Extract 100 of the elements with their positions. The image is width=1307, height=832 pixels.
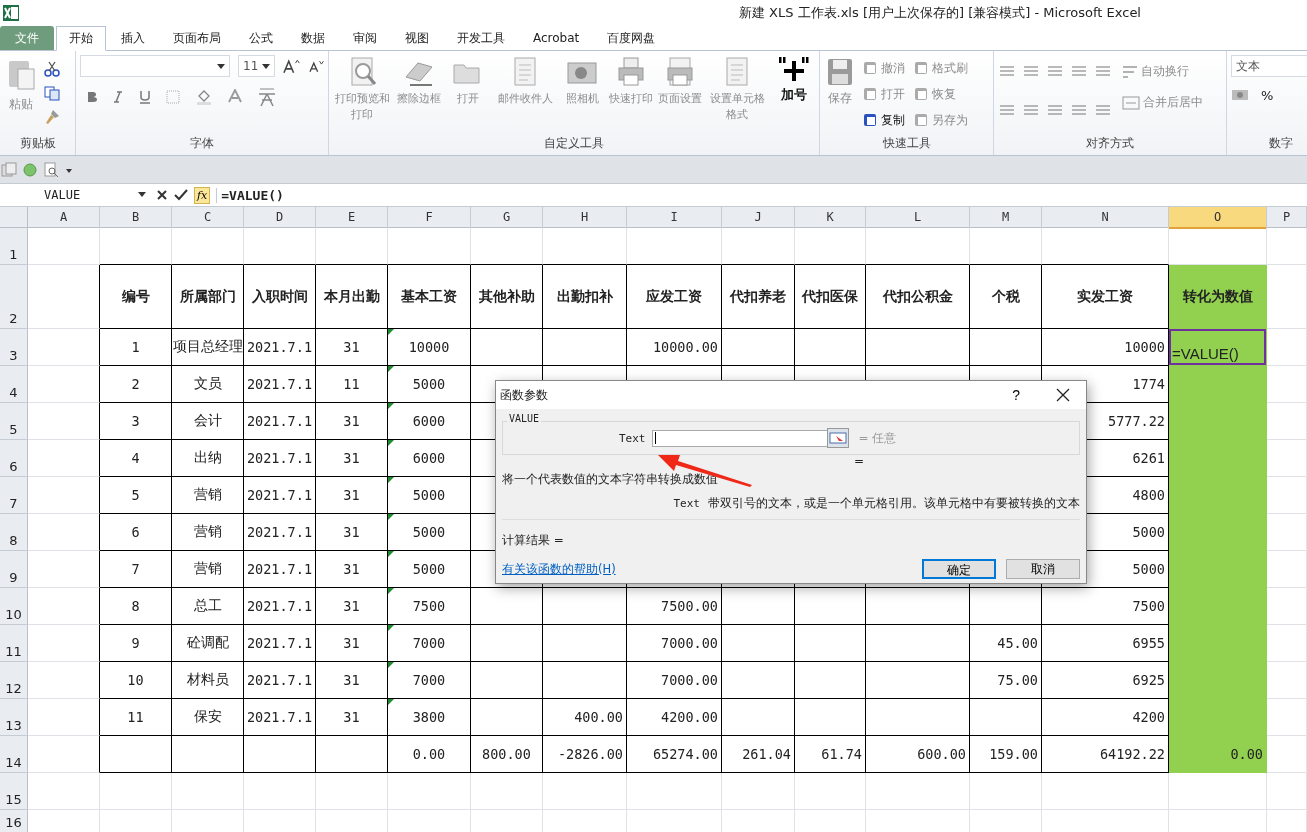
- sheet-cell: 10000.00: [627, 329, 722, 366]
- font-color-icon[interactable]: [228, 89, 242, 105]
- phonetic-icon[interactable]: [256, 87, 278, 107]
- align-icon[interactable]: [1046, 104, 1064, 118]
- column-header[interactable]: J: [722, 207, 795, 229]
- ribbon-tab[interactable]: 插入: [108, 26, 158, 50]
- row-header[interactable]: 7: [0, 477, 28, 514]
- ribbon-tab[interactable]: 百度网盘: [594, 26, 669, 50]
- close-icon[interactable]: [1056, 388, 1070, 402]
- column-header[interactable]: C: [172, 207, 244, 229]
- align-icon[interactable]: [998, 104, 1016, 118]
- ok-button[interactable]: 确定: [922, 559, 996, 579]
- row-header[interactable]: 5: [0, 403, 28, 440]
- column-header[interactable]: B: [100, 207, 172, 229]
- wrap-text-button[interactable]: 自动换行: [1122, 63, 1203, 80]
- shrink-font-icon[interactable]: [308, 59, 324, 73]
- sheet-cell: [100, 736, 172, 773]
- row-header[interactable]: 10: [0, 588, 28, 625]
- column-header[interactable]: D: [244, 207, 316, 229]
- align-icon[interactable]: [998, 65, 1016, 79]
- ribbon-tab[interactable]: 开始: [56, 26, 106, 51]
- column-header[interactable]: E: [316, 207, 388, 229]
- sheet-cell: 31: [316, 662, 388, 699]
- column-header[interactable]: O: [1169, 207, 1267, 229]
- sheet-cell: 11: [100, 699, 172, 736]
- sheet-cell: [1267, 228, 1307, 265]
- sheet-cell: 31: [316, 440, 388, 477]
- row-header[interactable]: 3: [0, 329, 28, 366]
- row-header[interactable]: 2: [0, 265, 28, 329]
- fill-color-icon[interactable]: [196, 89, 214, 105]
- align-icon[interactable]: [1070, 104, 1088, 118]
- row-header[interactable]: 16: [0, 810, 28, 832]
- align-icon[interactable]: [1094, 104, 1112, 118]
- ribbon-tab[interactable]: 开发工具: [444, 26, 518, 50]
- dropdown-icon: [217, 63, 226, 69]
- argument-field[interactable]: [651, 429, 828, 447]
- formula-field[interactable]: =VALUE(): [216, 187, 1307, 203]
- row-header[interactable]: 13: [0, 699, 28, 736]
- sheet-cell: 800.00: [471, 736, 543, 773]
- column-header[interactable]: F: [388, 207, 471, 229]
- column-header[interactable]: M: [970, 207, 1042, 229]
- toolbar-button[interactable]: 加号: [771, 55, 817, 131]
- row-header[interactable]: 6: [0, 440, 28, 477]
- ribbon-tab[interactable]: 数据: [288, 26, 338, 50]
- ribbon-tab[interactable]: 公式: [236, 26, 286, 50]
- sheet-cell: 3: [100, 403, 172, 440]
- underline-icon[interactable]: [138, 90, 152, 104]
- cancel-button[interactable]: 取消: [1006, 559, 1080, 579]
- font-name-field[interactable]: [80, 55, 231, 77]
- search-icon[interactable]: [43, 161, 59, 178]
- column-header[interactable]: G: [471, 207, 543, 229]
- sheet-cell: 所属部门: [172, 265, 244, 329]
- toolbar-button[interactable]: 复制: [862, 109, 905, 131]
- percent-button[interactable]: %: [1261, 87, 1274, 103]
- grow-font-icon[interactable]: [283, 58, 301, 74]
- enter-icon[interactable]: [174, 189, 188, 201]
- sheet-cell: 31: [316, 625, 388, 662]
- help-button[interactable]: ?: [1006, 386, 1026, 404]
- align-icon[interactable]: [1046, 65, 1064, 79]
- font-size-field[interactable]: 11: [238, 55, 276, 77]
- name-box[interactable]: VALUE: [0, 188, 150, 202]
- column-header[interactable]: H: [543, 207, 627, 229]
- row-header[interactable]: 1: [0, 228, 28, 265]
- align-icon[interactable]: [1094, 65, 1112, 79]
- copy-icon[interactable]: [44, 85, 60, 101]
- row-header[interactable]: 9: [0, 551, 28, 588]
- row-header[interactable]: 4: [0, 366, 28, 403]
- sheet-cell: 砼调配: [172, 625, 244, 662]
- insert-function-button[interactable]: fx: [194, 186, 211, 204]
- row-header[interactable]: 15: [0, 773, 28, 810]
- cancel-icon[interactable]: [156, 189, 168, 201]
- ribbon-tab[interactable]: 视图: [392, 26, 442, 50]
- bold-icon[interactable]: [86, 91, 98, 103]
- row-header[interactable]: 8: [0, 514, 28, 551]
- column-header[interactable]: I: [627, 207, 722, 229]
- align-icon[interactable]: [1070, 65, 1088, 79]
- dropdown-icon[interactable]: [138, 192, 146, 198]
- italic-icon[interactable]: [112, 91, 124, 103]
- number-format-field[interactable]: 文本: [1231, 55, 1307, 77]
- sheet-cell: [970, 773, 1042, 810]
- cut-icon[interactable]: [44, 61, 60, 77]
- quick-access-icon[interactable]: [1, 161, 17, 178]
- brush-icon[interactable]: [44, 109, 60, 125]
- ribbon-tab[interactable]: Acrobat: [520, 26, 593, 50]
- collapse-dialog-icon[interactable]: [826, 428, 849, 448]
- ribbon-tab[interactable]: 页面布局: [160, 26, 234, 50]
- column-header[interactable]: K: [795, 207, 866, 229]
- row-header[interactable]: 12: [0, 662, 28, 699]
- row-header[interactable]: 11: [0, 625, 28, 662]
- ribbon-tab[interactable]: 审阅: [340, 26, 390, 50]
- align-icon[interactable]: [1022, 65, 1040, 79]
- column-header[interactable]: L: [866, 207, 970, 229]
- help-link[interactable]: 有关该函数的帮助(H): [502, 561, 616, 577]
- column-header[interactable]: P: [1267, 207, 1307, 229]
- align-icon[interactable]: [1022, 104, 1040, 118]
- sheet-cell: [471, 588, 543, 625]
- row-header[interactable]: 14: [0, 736, 28, 773]
- column-header[interactable]: A: [28, 207, 100, 229]
- sheet-cell: [795, 228, 866, 265]
- circle-icon[interactable]: [22, 161, 38, 178]
